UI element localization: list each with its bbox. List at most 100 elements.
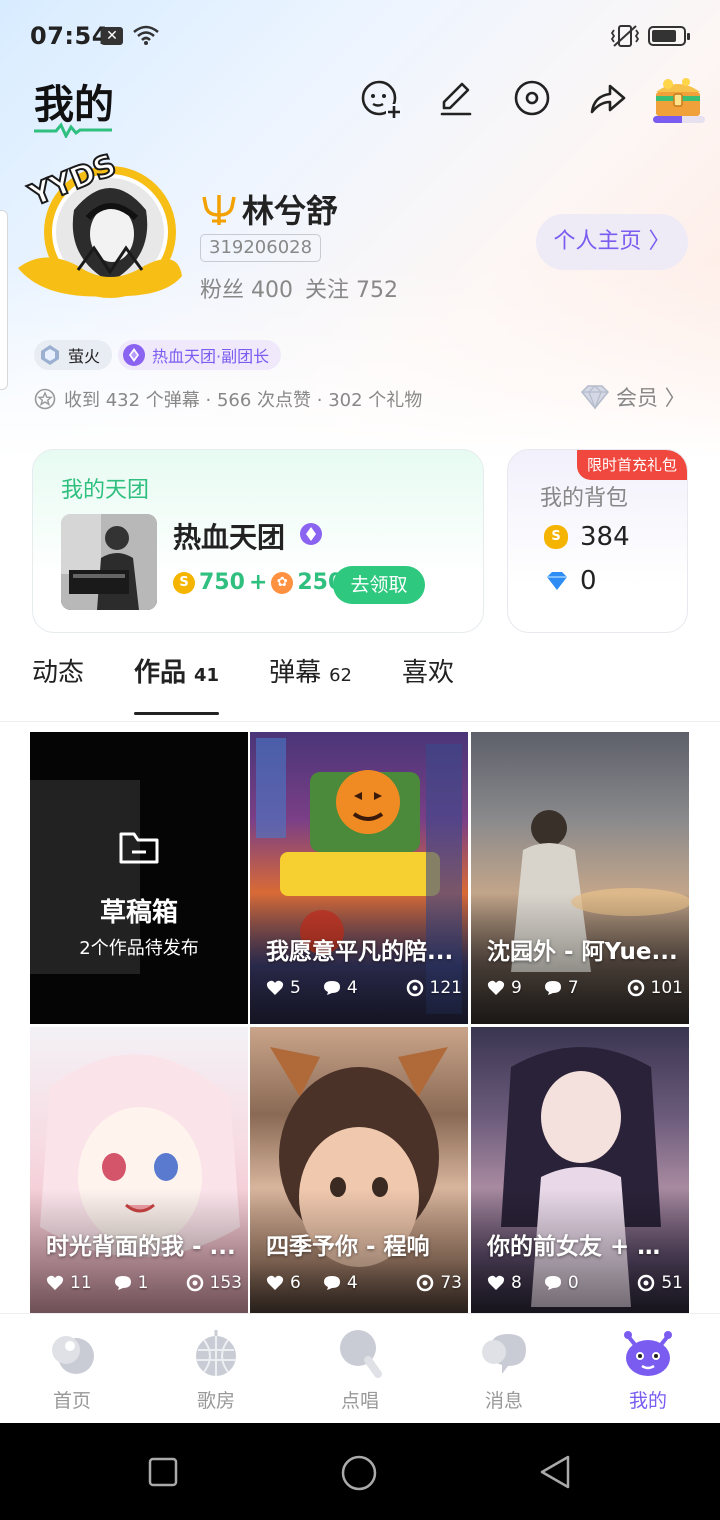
coin-icon: S bbox=[173, 571, 195, 594]
add-friend-icon[interactable] bbox=[358, 76, 402, 120]
work-tile[interactable]: 我愿意平凡的陪... 5 4 121 bbox=[250, 732, 468, 1024]
profile-tabs: 动态 作品 41 弹幕 62 喜欢 bbox=[32, 652, 504, 715]
star-badge-icon bbox=[34, 388, 56, 410]
team-role-badge[interactable]: 热血天团·副团长 bbox=[118, 340, 282, 370]
likes-count: 9 bbox=[511, 978, 522, 998]
folder-icon bbox=[119, 832, 159, 864]
tab-moments[interactable]: 动态 bbox=[32, 652, 84, 699]
claim-button[interactable]: 去领取 bbox=[333, 566, 425, 604]
work-meta: 5 4 121 bbox=[266, 978, 462, 998]
tab-works[interactable]: 作品 41 bbox=[134, 652, 220, 715]
tab-label: 弹幕 bbox=[269, 658, 322, 688]
heart-icon bbox=[487, 980, 505, 995]
vip-diamond-icon bbox=[580, 385, 610, 410]
tab-danmaku[interactable]: 弹幕 62 bbox=[269, 652, 352, 699]
play-views-icon bbox=[638, 1274, 655, 1292]
tab-count: 41 bbox=[194, 665, 220, 686]
team-thumbnail[interactable] bbox=[61, 514, 157, 610]
plus-sign: + bbox=[248, 570, 268, 595]
views-count: 73 bbox=[440, 1273, 462, 1293]
vip-label: 会员 〉 bbox=[616, 386, 686, 410]
drafts-tile[interactable]: 草稿箱 2个作品待发布 bbox=[30, 732, 248, 1024]
comments-count: 7 bbox=[567, 978, 579, 998]
nav-home[interactable]: 首页 bbox=[22, 1328, 122, 1413]
work-tile[interactable]: 你的前女友 + 小... 8 0 51 bbox=[471, 1027, 689, 1319]
battery-icon bbox=[648, 26, 690, 46]
work-title: 四季予你 - 程响 bbox=[266, 1234, 430, 1260]
trident-badge-icon bbox=[202, 195, 236, 225]
mascot-icon bbox=[624, 1331, 672, 1376]
backpack-diamond-value: 0 bbox=[580, 566, 597, 596]
views-count: 51 bbox=[661, 1273, 683, 1293]
comments-count: 4 bbox=[346, 978, 358, 998]
views: 101 bbox=[627, 978, 683, 998]
nav-song-room[interactable]: 歌房 bbox=[166, 1328, 266, 1413]
back-button-icon[interactable] bbox=[538, 1454, 572, 1490]
my-team-card[interactable]: 我的天团 热血天团 S 750 + ✿ 250 去领取 bbox=[32, 449, 484, 633]
system-navigation-bar bbox=[0, 1423, 720, 1520]
edit-icon[interactable] bbox=[434, 76, 478, 120]
backpack-coins: S 384 bbox=[544, 522, 630, 552]
team-crest-icon bbox=[123, 344, 145, 366]
views: 153 bbox=[186, 1273, 242, 1293]
microphone-icon bbox=[340, 1330, 382, 1378]
team-level-icon bbox=[300, 523, 322, 545]
work-tile[interactable]: 四季予你 - 程响 6 4 73 bbox=[250, 1027, 468, 1319]
received-stats: 收到 432 个弹幕 · 566 次点赞 · 302 个礼物 bbox=[34, 386, 422, 412]
heart-icon bbox=[487, 1275, 505, 1290]
status-time: 07:54 bbox=[30, 22, 109, 50]
heart-icon bbox=[266, 1275, 284, 1290]
chest-progress-bar bbox=[653, 116, 705, 123]
nav-label: 我的 bbox=[628, 1390, 667, 1412]
status-bar: 07:54 ✕ bbox=[0, 0, 720, 72]
follow-count[interactable]: 关注 752 bbox=[305, 272, 398, 304]
user-id[interactable]: 319206028 bbox=[200, 234, 322, 262]
tab-count: 62 bbox=[329, 665, 353, 686]
drafts-title: 草稿箱 bbox=[99, 898, 178, 928]
tab-likes[interactable]: 喜欢 bbox=[402, 652, 454, 699]
recents-button-icon[interactable] bbox=[148, 1457, 178, 1487]
comment-icon bbox=[544, 1276, 561, 1290]
likes: 5 bbox=[266, 978, 301, 998]
avatar[interactable]: YYDS bbox=[14, 148, 184, 308]
vip-link[interactable]: 会员 〉 bbox=[578, 382, 686, 412]
firefly-badge[interactable]: 萤火 bbox=[34, 340, 113, 370]
my-backpack-card[interactable]: 限时首充礼包 我的背包 S 384 0 bbox=[507, 449, 688, 633]
nav-me[interactable]: 我的 bbox=[598, 1328, 698, 1413]
heart-icon bbox=[46, 1275, 64, 1290]
backpack-coin-value: 384 bbox=[580, 522, 630, 552]
comments: 4 bbox=[323, 978, 358, 998]
play-views-icon bbox=[627, 979, 644, 997]
likes: 6 bbox=[266, 1273, 301, 1293]
user-name-row: 林兮舒 bbox=[200, 186, 338, 232]
work-tile[interactable]: 时光背面的我 - ... 11 1 153 bbox=[30, 1027, 248, 1319]
work-meta: 9 7 101 bbox=[487, 978, 683, 998]
settings-icon[interactable] bbox=[510, 76, 554, 120]
comment-icon bbox=[323, 981, 340, 995]
home-button-icon[interactable] bbox=[340, 1454, 378, 1492]
edge-handle[interactable] bbox=[0, 210, 8, 390]
chest-progress-fill bbox=[653, 116, 682, 123]
tab-divider bbox=[0, 721, 720, 722]
user-name: 林兮舒 bbox=[242, 192, 339, 230]
comments: 7 bbox=[544, 978, 579, 998]
follow-stats: 粉丝 400 关注 752 bbox=[200, 272, 398, 304]
views-count: 101 bbox=[650, 978, 683, 998]
first-recharge-promo[interactable]: 限时首充礼包 bbox=[576, 450, 687, 480]
comment-icon bbox=[114, 1276, 131, 1290]
work-tile[interactable]: 沈园外 - 阿Yue... 9 7 101 bbox=[471, 732, 689, 1024]
backpack-card-title: 我的背包 bbox=[540, 486, 629, 511]
nav-messages[interactable]: 消息 bbox=[454, 1328, 554, 1413]
nav-label: 歌房 bbox=[196, 1390, 235, 1412]
comments: 4 bbox=[323, 1273, 358, 1293]
team-card-title: 我的天团 bbox=[61, 478, 150, 503]
backpack-diamonds: 0 bbox=[544, 566, 597, 596]
likes-count: 8 bbox=[511, 1273, 522, 1293]
nav-request-song[interactable]: 点唱 bbox=[310, 1328, 410, 1413]
personal-home-button[interactable]: 个人主页 〉 bbox=[536, 214, 688, 270]
bottom-navigation: 首页 歌房 点唱 消息 我的 bbox=[0, 1313, 720, 1423]
notification-x-icon: ✕ bbox=[101, 27, 123, 45]
share-icon[interactable] bbox=[586, 76, 630, 120]
likes-count: 11 bbox=[70, 1273, 92, 1293]
fans-count[interactable]: 粉丝 400 bbox=[200, 272, 293, 304]
